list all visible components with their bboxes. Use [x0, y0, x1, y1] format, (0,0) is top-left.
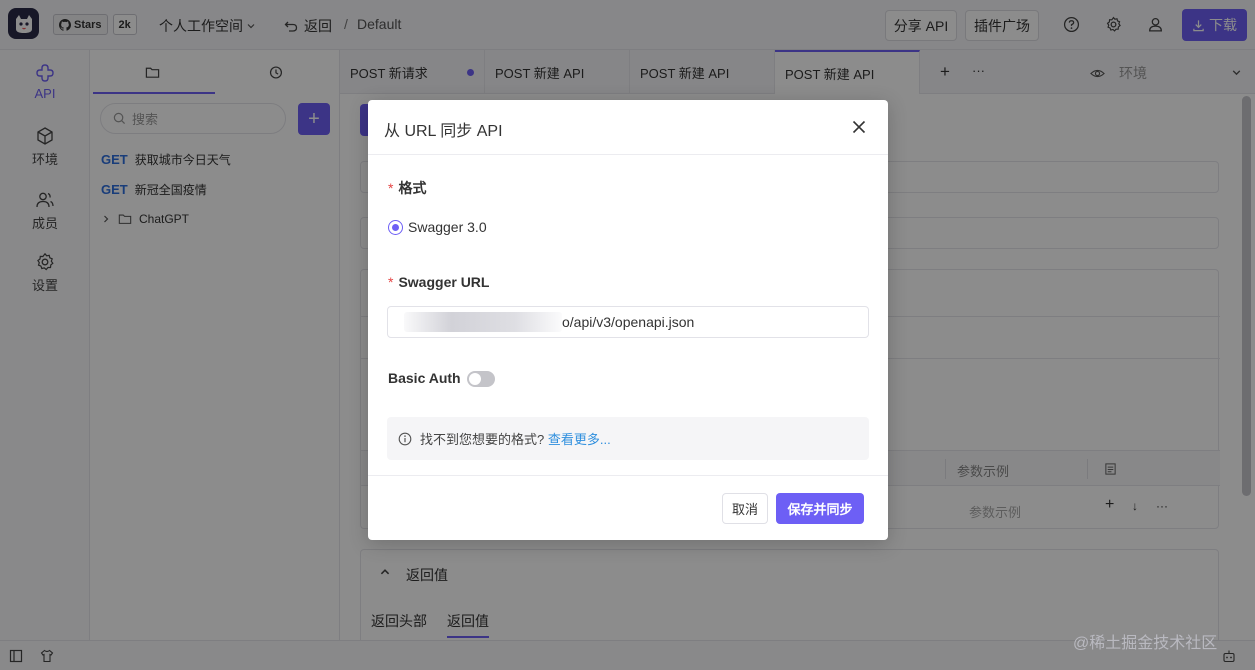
toggle-knob	[469, 373, 481, 385]
basic-auth-label-text: Basic Auth	[388, 370, 461, 386]
required-mark: *	[388, 274, 394, 290]
swagger-url-label-text: Swagger URL	[398, 274, 490, 290]
info-message: 找不到您想要的格式?	[420, 432, 545, 447]
dialog-header: 从 URL 同步 API	[368, 100, 888, 155]
save-and-sync-button[interactable]: 保存并同步	[776, 493, 864, 524]
close-icon[interactable]	[850, 118, 868, 136]
save-label: 保存并同步	[787, 502, 853, 517]
format-info-box: 找不到您想要的格式? 查看更多...	[387, 417, 869, 460]
blurred-url-prefix	[404, 312, 562, 332]
cancel-button[interactable]: 取消	[722, 493, 768, 524]
required-mark: *	[388, 180, 394, 196]
watermark: @稀土掘金技术社区	[1073, 635, 1218, 652]
basic-auth-toggle[interactable]	[467, 371, 495, 387]
radio-dot	[392, 223, 399, 231]
cancel-label: 取消	[731, 502, 758, 517]
radio-button[interactable]	[388, 219, 403, 235]
format-radio-swagger[interactable]: Swagger 3.0	[388, 219, 487, 235]
dialog-footer: 取消 保存并同步	[368, 475, 888, 540]
info-icon	[398, 432, 412, 445]
format-label-text: 格式	[398, 180, 427, 196]
info-text: 找不到您想要的格式? 查看更多...	[420, 429, 611, 448]
dialog-title: 从 URL 同步 API	[384, 123, 503, 140]
swagger-url-input[interactable]: o/api/v3/openapi.json	[387, 306, 869, 338]
sync-from-url-dialog: 从 URL 同步 API * 格式 Swagger 3.0 * Swagger UR…	[368, 100, 888, 540]
swagger-url-label: * Swagger URL	[388, 274, 489, 290]
format-label: * 格式	[388, 178, 426, 198]
swagger-url-value: o/api/v3/openapi.json	[562, 314, 695, 330]
basic-auth-label: Basic Auth	[388, 370, 461, 386]
format-option-label: Swagger 3.0	[408, 219, 487, 235]
see-more-link[interactable]: 查看更多...	[548, 432, 611, 447]
